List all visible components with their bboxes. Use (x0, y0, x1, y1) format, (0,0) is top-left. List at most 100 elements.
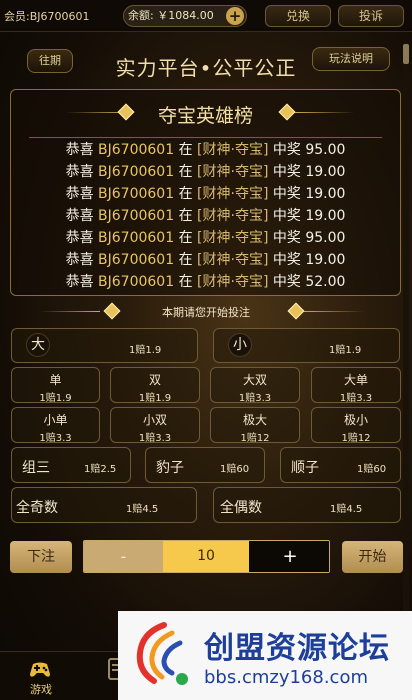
winner-amount: 19.00 (305, 164, 346, 180)
winner-prefix: 恭喜 (65, 230, 94, 246)
bet-odds: 1赔4.5 (330, 504, 363, 515)
bet-option-even[interactable]: 双 1赔1.9 (110, 367, 200, 404)
complaint-button[interactable]: 投诉 (338, 5, 404, 27)
top-bar: 会员:BJ6700601 余额: ￥1084.00 + 兑换 投诉 (0, 0, 412, 32)
bet-name: 小 (228, 333, 252, 357)
bet-name: 豹子 (156, 460, 184, 476)
winner-code: BJ6700601 (98, 230, 175, 246)
bet-name: 组三 (22, 460, 50, 476)
winner-code: BJ6700601 (98, 274, 175, 290)
bet-odds: 1赔4.5 (126, 504, 159, 515)
bet-option-group-three[interactable]: 组三 1赔2.5 (11, 447, 131, 483)
winner-row: 恭喜 BJ6700601 在 [财神·夺宝] 中奖 19.00 (11, 161, 400, 183)
winner-code: BJ6700601 (98, 142, 175, 158)
watermark-url: bbs.cmzy168.com (204, 667, 369, 688)
winner-amount: 95.00 (305, 142, 346, 158)
bet-option-all-even[interactable]: 全偶数 1赔4.5 (213, 487, 401, 523)
winner-win: 中奖 (272, 164, 301, 180)
winner-mid: 在 (178, 230, 193, 246)
member-id: 会员:BJ6700601 (4, 10, 90, 23)
winner-win: 中奖 (272, 230, 301, 246)
bet-option-big-odd[interactable]: 大单 1赔3.3 (311, 367, 401, 404)
bet-name: 极大 (242, 413, 267, 427)
winner-amount: 95.00 (305, 230, 346, 246)
bet-odds: 1赔3.3 (238, 393, 272, 404)
winner-mid: 在 (178, 142, 193, 158)
winner-prefix: 恭喜 (65, 142, 94, 158)
winner-win: 中奖 (272, 186, 301, 202)
bet-odds: 1赔12 (341, 433, 371, 444)
bet-odds: 1赔1.9 (138, 393, 172, 404)
bet-prompt: 本期请您开始投注 (162, 306, 250, 319)
winner-amount: 19.00 (305, 186, 346, 202)
amount-stepper: - 10 + (83, 540, 330, 573)
amount-value[interactable]: 10 (163, 541, 249, 572)
winner-row: 恭喜 BJ6700601 在 [财神·夺宝] 中奖 95.00 (11, 227, 400, 249)
winner-prefix: 恭喜 (65, 164, 94, 180)
winner-mid: 在 (178, 252, 193, 268)
place-bet-button[interactable]: 下注 (10, 541, 72, 573)
nav-item-game[interactable]: 游戏 (0, 652, 82, 700)
bet-name: 大 (26, 333, 50, 357)
bet-name: 全奇数 (16, 500, 58, 516)
bet-option-big[interactable]: 大 1赔1.9 (11, 328, 198, 363)
winners-panel: 夺宝英雄榜 恭喜 BJ6700601 在 [财神·夺宝] 中奖 95.00 恭喜 … (10, 89, 401, 296)
bet-option-straight[interactable]: 顺子 1赔60 (280, 447, 401, 483)
bet-name: 双 (148, 373, 161, 387)
winner-prefix: 恭喜 (65, 186, 94, 202)
bet-odds: 1赔60 (357, 464, 387, 475)
rules-button[interactable]: 玩法说明 (312, 47, 390, 71)
forum-logo-icon (136, 622, 188, 685)
winner-mid: 在 (178, 274, 193, 290)
bet-option-small-odd[interactable]: 小单 1赔3.3 (11, 407, 100, 444)
bet-option-odd[interactable]: 单 1赔1.9 (11, 367, 100, 404)
decrease-button[interactable]: - (84, 541, 163, 572)
winner-win: 中奖 (272, 142, 301, 158)
bet-name: 大单 (343, 373, 368, 387)
bet-odds: 1赔3.3 (339, 393, 373, 404)
winner-row: 恭喜 BJ6700601 在 [财神·夺宝] 中奖 19.00 (11, 205, 400, 227)
add-funds-button[interactable]: + (226, 7, 244, 25)
increase-button[interactable]: + (249, 541, 329, 572)
winner-mid: 在 (178, 186, 193, 202)
winner-prefix: 恭喜 (65, 274, 94, 290)
divider (29, 137, 382, 138)
winner-row: 恭喜 BJ6700601 在 [财神·夺宝] 中奖 52.00 (11, 271, 400, 293)
balance-text: 余额: ￥1084.00 (128, 9, 214, 22)
winner-amount: 19.00 (305, 208, 346, 224)
bet-name: 小单 (43, 413, 68, 427)
winner-row: 恭喜 BJ6700601 在 [财神·夺宝] 中奖 19.00 (11, 249, 400, 271)
bet-name: 单 (49, 373, 62, 387)
bet-option-big-even[interactable]: 大双 1赔3.3 (210, 367, 300, 404)
winner-code: BJ6700601 (98, 208, 175, 224)
start-button[interactable]: 开始 (342, 541, 403, 573)
winner-game: [财神·夺宝] (197, 252, 269, 268)
winner-game: [财神·夺宝] (197, 164, 269, 180)
winner-row: 恭喜 BJ6700601 在 [财神·夺宝] 中奖 19.00 (11, 183, 400, 205)
bet-option-leopard[interactable]: 豹子 1赔60 (145, 447, 265, 483)
winner-game: [财神·夺宝] (197, 142, 269, 158)
nav-game-label: 游戏 (30, 683, 52, 696)
bet-option-extreme-small[interactable]: 极小 1赔12 (311, 407, 401, 444)
winner-row: 恭喜 BJ6700601 在 [财神·夺宝] 中奖 95.00 (11, 139, 400, 161)
bet-option-small-even[interactable]: 小双 1赔3.3 (110, 407, 200, 444)
scrollbar[interactable] (403, 42, 409, 652)
bet-odds: 1赔3.3 (138, 433, 172, 444)
bet-option-small[interactable]: 小 1赔1.9 (213, 328, 400, 363)
title-deco-line-right (295, 112, 355, 113)
bet-option-all-odd[interactable]: 全奇数 1赔4.5 (11, 487, 197, 523)
winner-mid: 在 (178, 164, 193, 180)
winner-code: BJ6700601 (98, 252, 175, 268)
balance-display: 余额: ￥1084.00 + (123, 5, 247, 27)
winners-title: 夺宝英雄榜 (157, 105, 253, 127)
bet-option-extreme-big[interactable]: 极大 1赔12 (210, 407, 300, 444)
watermark-banner: 创盟资源论坛 bbs.cmzy168.com (118, 611, 412, 700)
prompt-deco-line-right (304, 311, 364, 312)
bet-odds: 1赔1.9 (39, 393, 72, 404)
bet-name: 全偶数 (220, 500, 262, 516)
exchange-button[interactable]: 兑换 (265, 5, 331, 27)
winner-prefix: 恭喜 (65, 252, 94, 268)
bet-odds: 1赔2.5 (84, 464, 117, 475)
bet-odds: 1赔3.3 (39, 433, 72, 444)
winner-code: BJ6700601 (98, 164, 175, 180)
